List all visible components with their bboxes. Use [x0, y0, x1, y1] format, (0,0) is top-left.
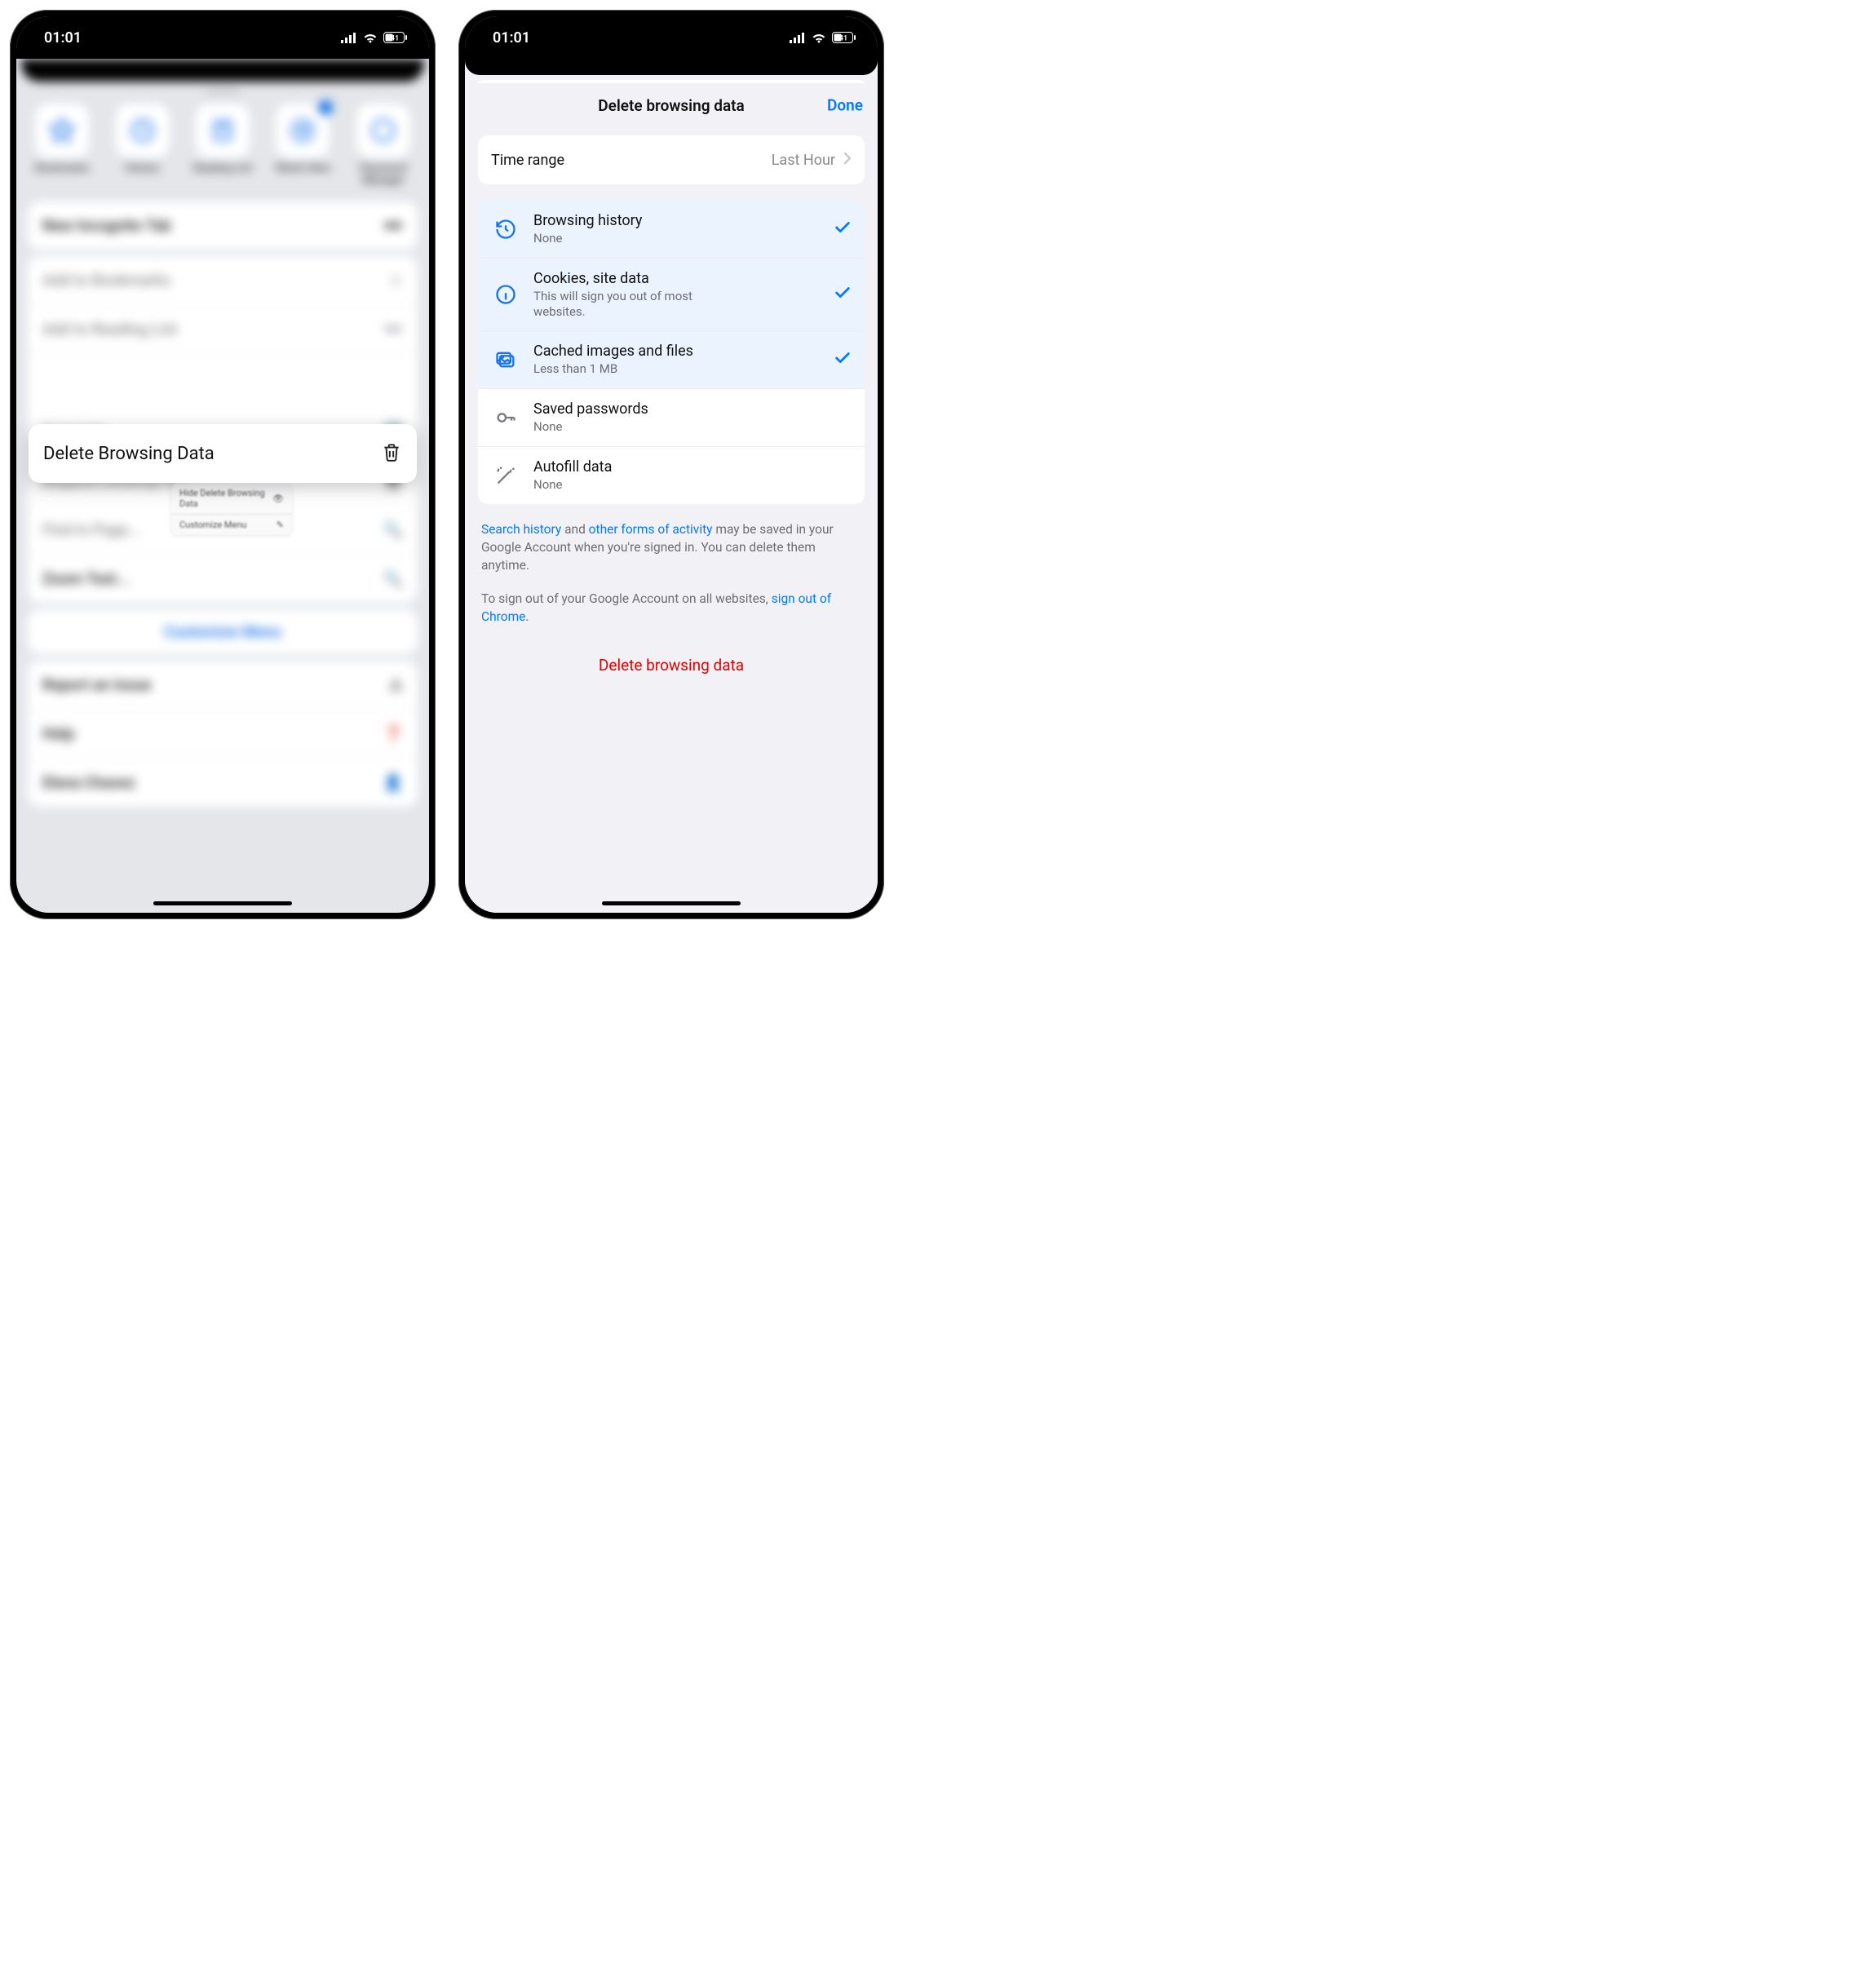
status-right: 41 — [341, 32, 408, 43]
footer-text-1: Search history and other forms of activi… — [481, 520, 861, 575]
quick-password-manager[interactable]: Password Manager — [347, 104, 419, 187]
menu-report[interactable]: Report an Issue⚠ — [28, 661, 418, 710]
chevron-right-icon — [843, 152, 852, 169]
history-icon — [491, 218, 520, 241]
star-outline-icon: ☆ — [389, 271, 403, 290]
reading-list-icon — [196, 104, 250, 157]
time-range-row[interactable]: Time range Last Hour — [478, 135, 865, 184]
screen-right: 01:01 41 Delete browsing data Done — [465, 16, 878, 913]
key-icon — [491, 406, 520, 429]
context-popover: Hide Delete Browsing Data 👁 Customize Me… — [171, 483, 292, 535]
key-icon — [356, 104, 410, 157]
check-icon — [834, 284, 852, 305]
history-icon — [116, 104, 170, 157]
row-browsing-history[interactable]: Browsing history None — [478, 201, 865, 259]
phone-right: 01:01 41 Delete browsing data Done — [458, 10, 884, 919]
delete-browsing-data-button[interactable]: Delete browsing data — [478, 641, 865, 694]
time-range-value: Last Hour — [772, 152, 835, 169]
done-button[interactable]: Done — [827, 96, 863, 115]
screen-left: 01:01 41 Bookmarks — [16, 16, 429, 913]
help-icon: ❓ — [383, 724, 403, 743]
home-indicator[interactable] — [602, 901, 741, 905]
context-customize[interactable]: Customize Menu ✎ — [171, 515, 292, 535]
battery-icon: 41 — [832, 32, 856, 43]
account-icon: 👤 — [383, 773, 403, 792]
cellular-icon — [341, 33, 357, 43]
cellular-icon — [790, 33, 806, 43]
search-icon: 🔍 — [383, 520, 403, 539]
sheet-header: Delete browsing data Done — [465, 83, 878, 127]
wifi-icon — [811, 32, 827, 43]
row-cookies[interactable]: Cookies, site data This will sign you ou… — [478, 259, 865, 332]
glasses-icon: 👓 — [383, 320, 403, 339]
zoom-icon: 🔍 — [383, 569, 403, 588]
menu-help[interactable]: Help❓ — [28, 710, 418, 759]
incognito-icon: 🕶 — [383, 216, 403, 235]
quick-reading-list[interactable]: Reading List — [187, 104, 259, 187]
link-search-history[interactable]: Search history — [481, 522, 561, 537]
check-icon — [834, 349, 852, 370]
row-passwords[interactable]: Saved passwords None — [478, 389, 865, 447]
warning-icon: ⚠ — [389, 675, 403, 694]
menu-zoom[interactable]: Zoom Text...🔍 — [28, 555, 418, 603]
phone-left: 01:01 41 Bookmarks — [10, 10, 436, 919]
wand-icon — [491, 464, 520, 487]
compass-icon — [276, 104, 330, 157]
status-right: 41 — [790, 32, 856, 43]
check-icon — [834, 219, 852, 240]
star-icon — [35, 104, 89, 157]
row-cache[interactable]: Cached images and files Less than 1 MB — [478, 331, 865, 389]
menu-incognito[interactable]: New Incognito Tab🕶 — [28, 201, 418, 250]
svg-text:41: 41 — [839, 35, 847, 43]
status-bar: 01:01 41 — [465, 16, 878, 59]
time-range-label: Time range — [491, 152, 564, 169]
trash-icon — [381, 440, 402, 467]
battery-icon: 41 — [383, 32, 408, 43]
quick-history[interactable]: History — [106, 104, 178, 187]
svg-text:41: 41 — [391, 35, 399, 43]
sheet-title: Delete browsing data — [598, 96, 744, 115]
time-range-card: Time range Last Hour — [478, 135, 865, 184]
menu-customize[interactable]: Customize Menu — [28, 609, 418, 654]
quick-whats-new[interactable]: What's New — [267, 104, 338, 187]
menu-add-reading[interactable]: Add to Reading List👓 — [28, 305, 418, 354]
link-other-activity[interactable]: other forms of activity — [589, 522, 713, 537]
info-icon — [491, 283, 520, 306]
data-types-card: Browsing history None Cookies, site data… — [478, 201, 865, 504]
status-time: 01:01 — [493, 29, 530, 46]
quick-bookmarks[interactable]: Bookmarks — [26, 104, 98, 187]
eye-icon: 👁 — [272, 493, 284, 504]
focused-label: Delete Browsing Data — [43, 444, 215, 464]
menu-add-bookmarks[interactable]: Add to Bookmarks☆ — [28, 256, 418, 305]
row-autofill[interactable]: Autofill data None — [478, 447, 865, 504]
context-hide[interactable]: Hide Delete Browsing Data 👁 — [171, 483, 292, 515]
focused-delete-browsing-data[interactable]: Delete Browsing Data — [29, 424, 417, 483]
status-time: 01:01 — [44, 29, 82, 46]
status-bar: 01:01 41 — [16, 16, 429, 59]
home-indicator[interactable] — [153, 901, 292, 905]
delete-browsing-sheet: Delete browsing data Done Time range Las… — [465, 83, 878, 913]
menu-account[interactable]: Elena Chavez👤 — [28, 759, 418, 807]
footer-text-2: To sign out of your Google Account on al… — [481, 590, 861, 626]
pencil-icon: ✎ — [277, 520, 284, 530]
wifi-icon — [362, 32, 378, 43]
images-icon — [491, 348, 520, 371]
